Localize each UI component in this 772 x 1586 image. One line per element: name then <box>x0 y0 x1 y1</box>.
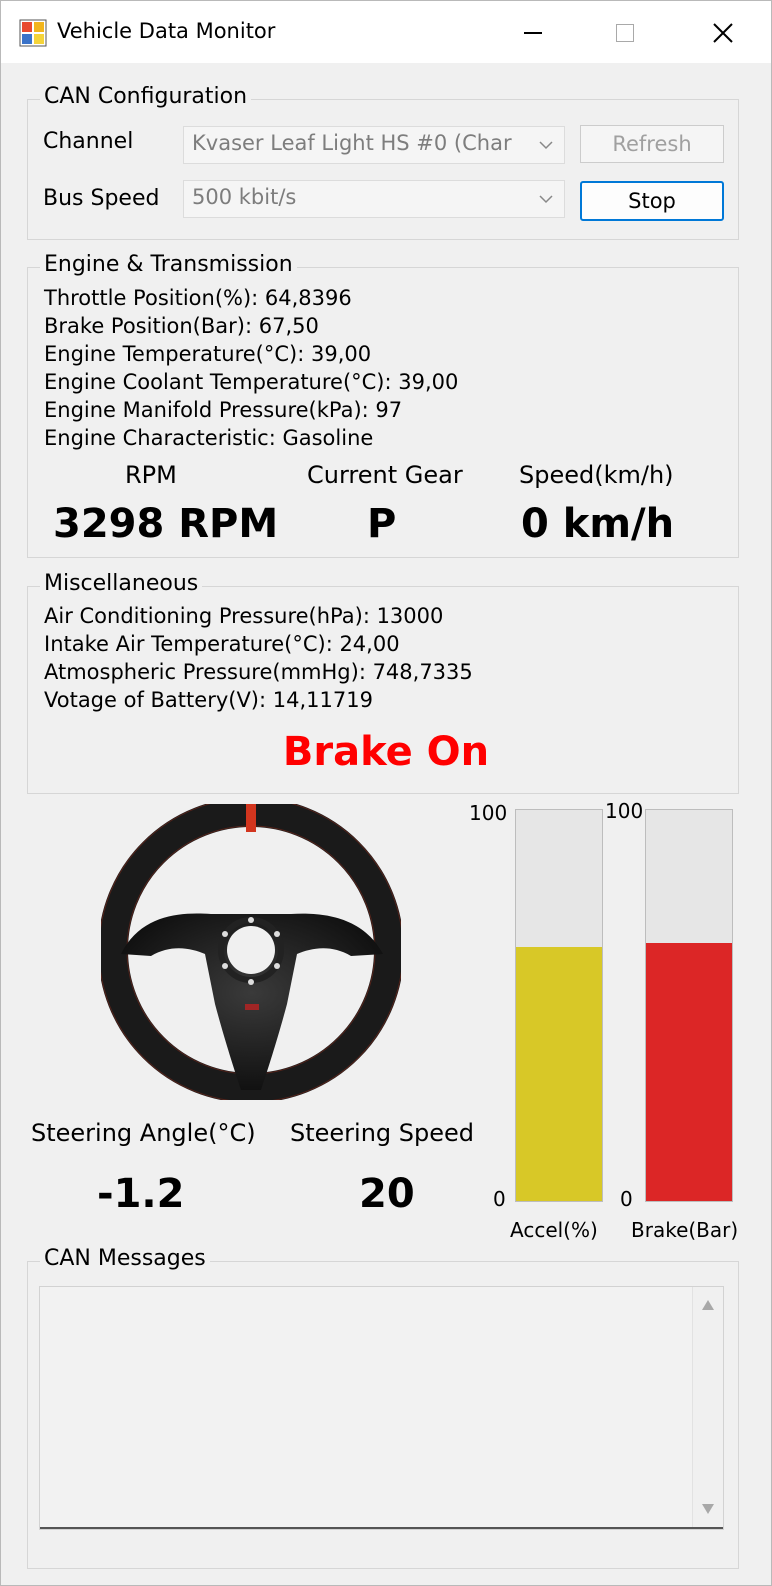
air-conditioning-pressure-text: Air Conditioning Pressure(hPa): 13000 <box>44 604 444 628</box>
maximize-icon <box>616 24 634 42</box>
battery-voltage-text: Votage of Battery(V): 14,11719 <box>44 688 373 712</box>
channel-label: Channel <box>43 129 134 154</box>
bus-speed-label: Bus Speed <box>43 186 160 211</box>
steering-angle-label: Steering Angle(°C) <box>31 1119 256 1147</box>
miscellaneous-legend: Miscellaneous <box>40 571 203 596</box>
current-gear-value: P <box>367 501 397 547</box>
accel-min-label: 0 <box>493 1187 506 1211</box>
speed-value: 0 km/h <box>521 501 675 547</box>
steering-speed-value: 20 <box>359 1171 415 1217</box>
brake-gauge <box>645 809 733 1202</box>
main-window: Vehicle Data Monitor CAN Configuration C… <box>0 0 772 1586</box>
scroll-down-icon[interactable] <box>701 1503 715 1515</box>
accel-label: Accel(%) <box>510 1218 598 1242</box>
minimize-icon <box>524 32 542 34</box>
throttle-position-text: Throttle Position(%): 64,8396 <box>44 286 352 310</box>
steering-speed-label: Steering Speed <box>290 1119 475 1147</box>
brake-min-label: 0 <box>620 1187 633 1211</box>
stop-button[interactable]: Stop <box>580 181 724 221</box>
can-messages-list[interactable] <box>39 1286 724 1530</box>
current-gear-label: Current Gear <box>307 461 463 489</box>
minimize-button[interactable] <box>501 11 565 55</box>
brake-max-label: 100 <box>605 799 644 823</box>
list-bottom-border <box>40 1527 723 1529</box>
bus-speed-select-value: 500 kbit/s <box>192 185 297 209</box>
engine-temperature-text: Engine Temperature(°C): 39,00 <box>44 342 372 366</box>
maximize-button[interactable] <box>593 11 657 55</box>
refresh-button[interactable]: Refresh <box>580 125 724 163</box>
close-icon <box>713 23 733 43</box>
engine-characteristic-text: Engine Characteristic: Gasoline <box>44 426 374 450</box>
speed-label: Speed(km/h) <box>519 461 674 489</box>
title-bar: Vehicle Data Monitor <box>1 1 771 63</box>
brake-status: Brake On <box>282 729 490 775</box>
can-configuration-legend: CAN Configuration <box>40 84 252 109</box>
window-title: Vehicle Data Monitor <box>57 19 276 43</box>
brake-gauge-fill <box>646 942 732 1201</box>
engine-coolant-temperature-text: Engine Coolant Temperature(°C): 39,00 <box>44 370 459 394</box>
accel-gauge <box>515 809 603 1202</box>
intake-air-temperature-text: Intake Air Temperature(°C): 24,00 <box>44 632 400 656</box>
app-icon <box>19 19 47 47</box>
bus-speed-select[interactable]: 500 kbit/s <box>183 180 565 218</box>
close-button[interactable] <box>691 11 755 55</box>
brake-position-text: Brake Position(Bar): 67,50 <box>44 314 319 338</box>
can-messages-legend: CAN Messages <box>40 1246 210 1271</box>
engine-manifold-pressure-text: Engine Manifold Pressure(kPa): 97 <box>44 398 403 422</box>
rpm-value: 3298 RPM <box>53 501 279 547</box>
steering-wheel-icon <box>101 804 401 1100</box>
brake-label: Brake(Bar) <box>631 1218 739 1242</box>
atmospheric-pressure-text: Atmospheric Pressure(mmHg): 748,7335 <box>44 660 473 684</box>
channel-select[interactable]: Kvaser Leaf Light HS #0 (Char <box>183 126 565 164</box>
channel-select-value: Kvaser Leaf Light HS #0 (Char <box>192 131 512 155</box>
accel-max-label: 100 <box>469 801 508 825</box>
chevron-down-icon <box>539 195 553 204</box>
scroll-up-icon[interactable] <box>701 1299 715 1311</box>
can-messages-scrollbar[interactable] <box>692 1287 723 1529</box>
rpm-label: RPM <box>125 461 177 489</box>
accel-gauge-fill <box>516 946 602 1201</box>
steering-angle-value: -1.2 <box>97 1171 185 1217</box>
chevron-down-icon <box>539 141 553 150</box>
engine-transmission-legend: Engine & Transmission <box>40 252 297 277</box>
